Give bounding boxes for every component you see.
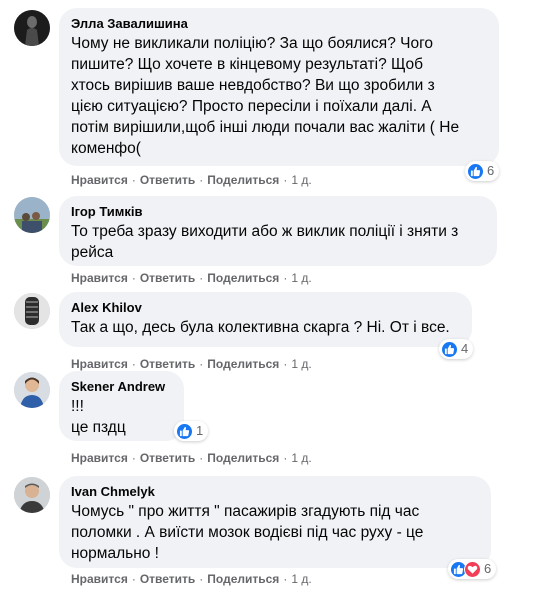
reply-button[interactable]: Ответить <box>140 571 195 587</box>
separator: · <box>199 173 204 187</box>
like-button[interactable]: Нравится <box>71 270 128 286</box>
avatar[interactable] <box>14 372 50 408</box>
comment-author[interactable]: Alex Khilov <box>71 300 460 316</box>
reply-button[interactable]: Ответить <box>140 270 195 286</box>
reaction-count: 1 <box>196 423 204 438</box>
share-button[interactable]: Поделиться <box>207 571 279 587</box>
separator: · <box>131 271 136 285</box>
comment-timestamp[interactable]: 1 д. <box>291 270 311 286</box>
separator: · <box>131 357 136 371</box>
reaction-count: 4 <box>461 341 469 356</box>
reply-button[interactable]: Ответить <box>140 450 195 466</box>
comment-text: Чому не викликали поліцію? За що боялися… <box>71 35 460 157</box>
reaction-count: 6 <box>484 561 492 576</box>
comment-bubble: Skener Andrew !!! це пздц <box>59 371 184 441</box>
separator: · <box>199 451 204 465</box>
like-reaction-icon <box>467 162 484 180</box>
like-button[interactable]: Нравится <box>71 450 128 466</box>
comment-text: То треба зразу виходити або ж виклик пол… <box>71 223 459 261</box>
separator: · <box>131 173 136 187</box>
avatar[interactable] <box>14 293 50 329</box>
separator: · <box>199 357 204 371</box>
separator: · <box>283 271 288 285</box>
comment-author[interactable]: Элла Завалишина <box>71 16 487 32</box>
comment-actions: Нравится · Ответить · Поделиться · 1 д. <box>71 571 312 587</box>
comment-author[interactable]: Ігор Тимків <box>71 204 485 220</box>
separator: · <box>283 173 288 187</box>
like-button[interactable]: Нравится <box>71 172 128 188</box>
separator: · <box>131 572 136 586</box>
comment-text: !!! це пздц <box>71 398 126 436</box>
comment-bubble: Элла Завалишина Чому не викликали поліці… <box>59 8 499 166</box>
comment-actions: Нравится · Ответить · Поделиться · 1 д. <box>71 356 312 372</box>
like-reaction-icon <box>176 422 193 440</box>
reply-button[interactable]: Ответить <box>140 356 195 372</box>
separator: · <box>283 357 288 371</box>
share-button[interactable]: Поделиться <box>207 270 279 286</box>
avatar[interactable] <box>14 10 50 46</box>
reaction-summary[interactable]: 6 <box>448 559 497 579</box>
comment-bubble: Ivan Chmelyk Чомусь " про життя " пасажи… <box>59 476 491 568</box>
like-reaction-icon <box>441 340 458 358</box>
share-button[interactable]: Поделиться <box>207 356 279 372</box>
comment-timestamp[interactable]: 1 д. <box>291 571 311 587</box>
separator: · <box>199 572 204 586</box>
comment-text: Чомусь " про життя " пасажирів згадують … <box>71 503 424 562</box>
share-button[interactable]: Поделиться <box>207 172 279 188</box>
reply-button[interactable]: Ответить <box>140 172 195 188</box>
comment-bubble: Ігор Тимків То треба зразу виходити або … <box>59 196 497 266</box>
separator: · <box>199 271 204 285</box>
comment-actions: Нравится · Ответить · Поделиться · 1 д. <box>71 172 312 188</box>
reaction-summary[interactable]: 1 <box>174 421 209 441</box>
comment-text: Так а що, десь була колективна скарга ? … <box>71 319 450 336</box>
comment-author[interactable]: Skener Andrew <box>71 379 172 395</box>
comment-author[interactable]: Ivan Chmelyk <box>71 484 479 500</box>
reaction-summary[interactable]: 4 <box>439 339 474 359</box>
avatar[interactable] <box>14 477 50 513</box>
separator: · <box>283 451 288 465</box>
comment-actions: Нравится · Ответить · Поделиться · 1 д. <box>71 270 312 286</box>
reaction-count: 6 <box>487 163 495 178</box>
comment-timestamp[interactable]: 1 д. <box>291 172 311 188</box>
like-button[interactable]: Нравится <box>71 356 128 372</box>
comment-timestamp[interactable]: 1 д. <box>291 450 311 466</box>
reaction-summary[interactable]: 6 <box>465 161 500 181</box>
comment-actions: Нравится · Ответить · Поделиться · 1 д. <box>71 450 312 466</box>
separator: · <box>283 572 288 586</box>
love-reaction-icon <box>464 560 481 578</box>
comment-bubble: Alex Khilov Так а що, десь була колектив… <box>59 292 472 347</box>
share-button[interactable]: Поделиться <box>207 450 279 466</box>
avatar[interactable] <box>14 197 50 233</box>
comment-timestamp[interactable]: 1 д. <box>291 356 311 372</box>
like-button[interactable]: Нравится <box>71 571 128 587</box>
separator: · <box>131 451 136 465</box>
